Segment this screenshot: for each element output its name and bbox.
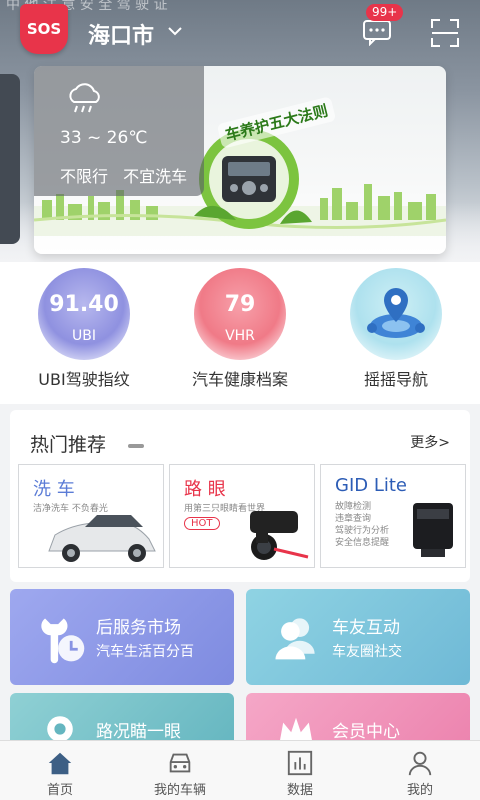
user-icon [408, 751, 432, 776]
car-friend-card[interactable]: 车友互动 车友圈社交 [246, 589, 470, 685]
traffic-info: 不限行 不宜洗车 [60, 163, 197, 187]
dashcam-image [250, 511, 309, 560]
after-service-title: 后服务市场 [96, 618, 181, 638]
wrench-clock-icon [41, 618, 85, 664]
tab-profile[interactable]: 我的 [360, 741, 480, 800]
home-icon [48, 752, 72, 775]
tab-my-vehicle[interactable]: 我的车辆 [120, 741, 240, 800]
member-center-title: 会员中心 [332, 722, 400, 742]
chevron-down-icon[interactable] [166, 22, 184, 40]
bottom-tab-bar: 首页 我的车辆 数据 我的 [0, 740, 480, 800]
vhr-score-circle[interactable]: 79 VHR [194, 268, 286, 360]
car-friend-title: 车友互动 [332, 618, 400, 638]
map-pin-icon [367, 288, 425, 338]
previous-banner-peek[interactable] [0, 74, 20, 244]
tab-home[interactable]: 首页 [0, 741, 120, 800]
scan-icon[interactable] [430, 18, 460, 48]
ubi-entry[interactable]: 91.40 UBI UBI驾驶指纹 [14, 268, 154, 390]
top-bar: SOS 海口市 99+ [0, 0, 480, 66]
quick-entries: 91.40 UBI UBI驾驶指纹 79 VHR 汽车健康档案 摇摇导航 [0, 262, 480, 404]
message-badge: 99+ [366, 4, 404, 21]
traffic-limit-text: 不限行 [60, 167, 109, 186]
home-screen: 中 他 注 意 安 全 驾 驶 证 SOS 海口市 99+ 车养护五大法则 33… [0, 0, 480, 800]
car-friend-subtitle: 车友圈社交 [332, 644, 402, 660]
obd-device-image [413, 503, 453, 557]
ubi-entry-label: UBI驾驶指纹 [38, 370, 130, 389]
tab-home-label: 首页 [46, 783, 73, 798]
after-service-subtitle: 汽车生活百分百 [96, 644, 194, 660]
hot-recommend-section: 热门推荐 更多> 洗 车 洁净洗车 不负春光 路 眼 用第三只眼睛看世界 HOT [10, 410, 470, 582]
tab-data[interactable]: 数据 [240, 741, 360, 800]
sos-button[interactable]: SOS [20, 4, 68, 54]
more-link[interactable]: 更多> [410, 432, 450, 452]
vhr-score-sub: VHR [225, 328, 255, 344]
rain-cloud-icon [69, 83, 100, 113]
vhr-score-value: 79 [224, 292, 256, 317]
after-service-market-card[interactable]: 后服务市场 汽车生活百分百 [10, 589, 234, 685]
road-eye-card[interactable]: 路 眼 用第三只眼睛看世界 HOT [169, 464, 315, 568]
ubi-score-value: 91.40 [49, 292, 119, 317]
car-wash-advice: 不宜洗车 [123, 167, 188, 186]
message-icon[interactable] [362, 18, 392, 46]
city-selector[interactable]: 海口市 [88, 18, 154, 50]
navigation-entry-label: 摇摇导航 [363, 370, 428, 389]
vhr-entry[interactable]: 79 VHR 汽车健康档案 [170, 268, 310, 390]
navigation-circle[interactable] [350, 268, 442, 360]
car-wash-card[interactable]: 洗 车 洁净洗车 不负春光 [18, 464, 164, 568]
chart-icon [287, 750, 313, 776]
navigation-entry[interactable]: 摇摇导航 [326, 268, 466, 390]
tab-profile-label: 我的 [406, 783, 433, 798]
ubi-score-sub: UBI [72, 328, 96, 344]
temperature-range: 33 ~ 26℃ [60, 128, 148, 148]
vhr-entry-label: 汽车健康档案 [191, 370, 288, 389]
title-decoration [128, 444, 144, 448]
tab-my-vehicle-label: 我的车辆 [153, 783, 206, 798]
road-condition-title: 路况瞄一眼 [96, 722, 181, 742]
gid-lite-card[interactable]: GID Lite 故障检测 违章查询 驾驶行为分析 安全信息提醒 [320, 464, 466, 568]
ubi-score-circle[interactable]: 91.40 UBI [38, 268, 130, 360]
users-icon [275, 618, 315, 660]
hot-section-title: 热门推荐 [30, 434, 107, 456]
car-image [48, 515, 156, 562]
car-icon [169, 753, 191, 773]
tab-data-label: 数据 [286, 783, 313, 798]
